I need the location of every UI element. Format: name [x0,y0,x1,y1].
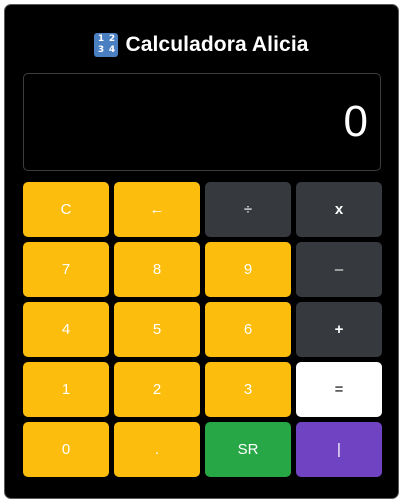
divide-button[interactable]: ÷ [205,182,291,237]
clear-button[interactable]: C [23,182,109,237]
page-title: Calculadora Alicia [125,33,309,56]
icon-digit-2: 2 [108,34,116,44]
digit-2-button[interactable]: 2 [114,362,200,417]
digit-5-button[interactable]: 5 [114,302,200,357]
result-display: 0 [23,73,381,171]
icon-digit-4: 4 [108,45,116,55]
digit-1-button[interactable]: 1 [23,362,109,417]
add-button[interactable]: + [296,302,382,357]
icon-digit-3: 3 [97,45,105,55]
equals-button[interactable]: = [296,362,382,417]
title-bar: 1 2 3 4 Calculadora Alicia [5,30,398,60]
multiply-button[interactable]: x [296,182,382,237]
digit-8-button[interactable]: 8 [114,242,200,297]
backspace-button[interactable]: ← [114,182,200,237]
digit-9-button[interactable]: 9 [205,242,291,297]
display-value: 0 [343,97,368,146]
bar-button[interactable]: | [296,422,382,477]
numbers-1234-icon: 1 2 3 4 [94,33,119,57]
subtract-button[interactable]: – [296,242,382,297]
digit-6-button[interactable]: 6 [205,302,291,357]
digit-7-button[interactable]: 7 [23,242,109,297]
icon-digit-1: 1 [97,34,105,44]
keypad: C ← ÷ x 7 8 9 – 4 5 6 + 1 2 3 = 0 . SR | [23,182,382,477]
calculator-panel: 1 2 3 4 Calculadora Alicia 0 C ← ÷ x 7 8… [4,4,399,499]
digit-4-button[interactable]: 4 [23,302,109,357]
digit-3-button[interactable]: 3 [205,362,291,417]
sr-button[interactable]: SR [205,422,291,477]
digit-0-button[interactable]: 0 [23,422,109,477]
decimal-point-button[interactable]: . [114,422,200,477]
